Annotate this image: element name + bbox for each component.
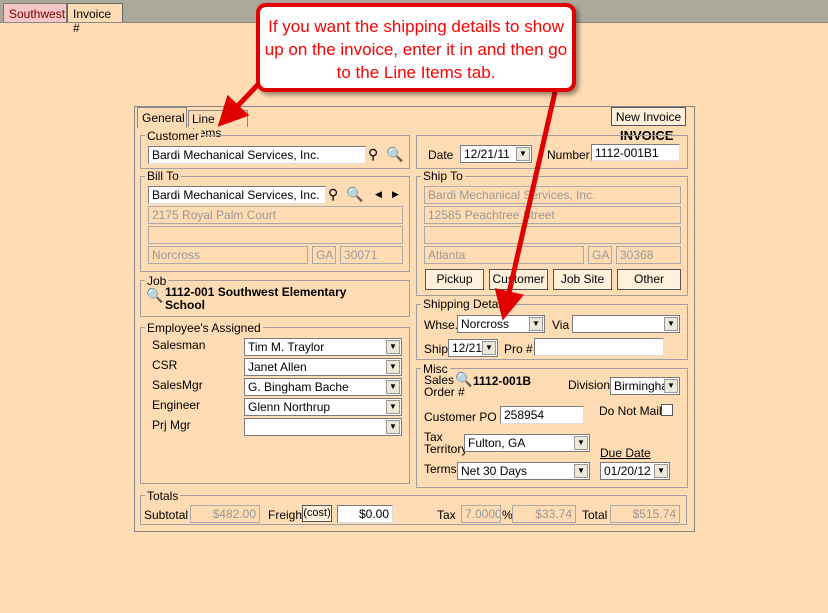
instruction-callout: If you want the shipping details to show… (256, 3, 576, 92)
arrow-to-shipping-details (494, 91, 558, 321)
